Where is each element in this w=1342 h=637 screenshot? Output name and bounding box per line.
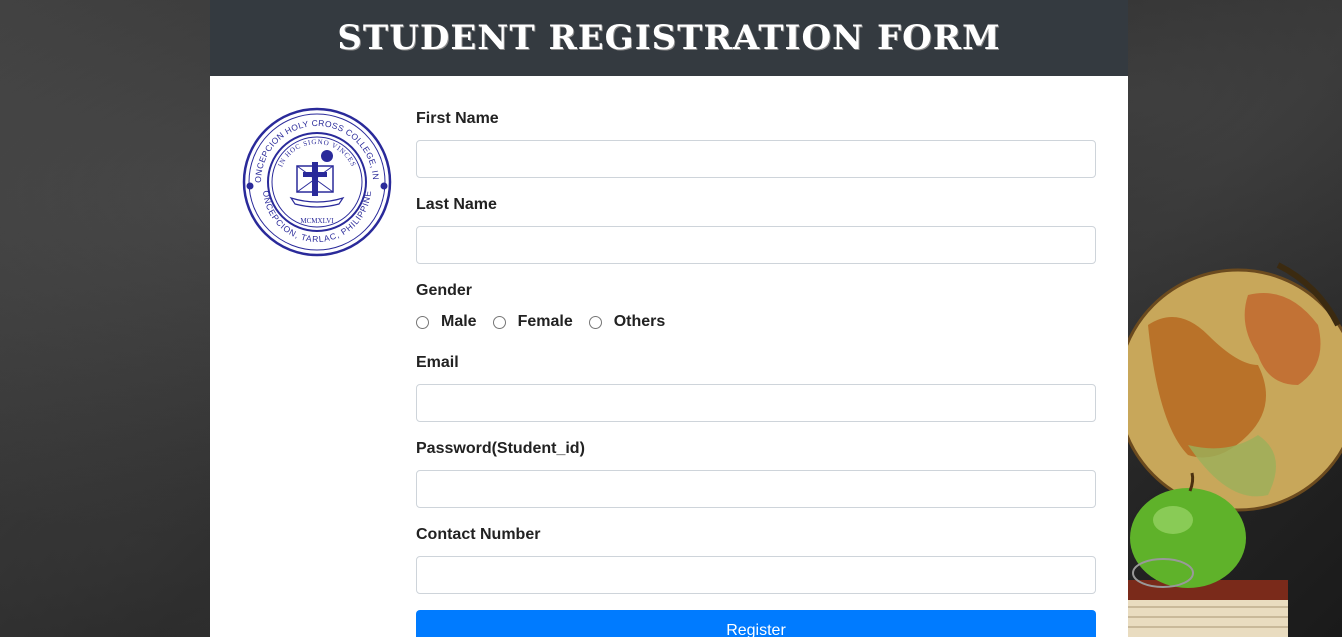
gender-male-option[interactable]: Male bbox=[416, 313, 477, 331]
password-group: Password(Student_id) bbox=[416, 438, 1096, 508]
registration-form: First Name Last Name Gender Male Female bbox=[416, 108, 1096, 637]
first-name-group: First Name bbox=[416, 108, 1096, 178]
first-name-input[interactable] bbox=[416, 140, 1096, 178]
svg-text:MCMXLVI: MCMXLVI bbox=[300, 217, 334, 225]
card-header: STUDENT REGISTRATION FORM bbox=[210, 0, 1128, 76]
gender-group: Gender Male Female Others bbox=[416, 280, 1096, 332]
gender-label: Gender bbox=[416, 282, 473, 299]
email-label: Email bbox=[416, 354, 459, 371]
gender-female-label: Female bbox=[517, 313, 573, 330]
decor-globe-apple bbox=[1128, 255, 1342, 637]
gender-male-label: Male bbox=[441, 313, 477, 330]
gender-female-option[interactable]: Female bbox=[492, 313, 573, 331]
contact-input[interactable] bbox=[416, 556, 1096, 594]
last-name-input[interactable] bbox=[416, 226, 1096, 264]
password-label: Password(Student_id) bbox=[416, 440, 585, 457]
registration-card: STUDENT REGISTRATION FORM CONCEPCION HOL… bbox=[210, 0, 1128, 637]
gender-others-radio[interactable] bbox=[588, 315, 602, 329]
college-seal-icon: CONCEPCION HOLY CROSS COLLEGE, INC. CONC… bbox=[238, 98, 393, 258]
gender-others-label: Others bbox=[613, 313, 666, 330]
contact-label: Contact Number bbox=[416, 526, 541, 543]
email-group: Email bbox=[416, 352, 1096, 422]
contact-group: Contact Number bbox=[416, 524, 1096, 594]
first-name-label: First Name bbox=[416, 110, 499, 127]
register-button[interactable]: Register bbox=[416, 610, 1096, 637]
page-title: STUDENT REGISTRATION FORM bbox=[337, 18, 1001, 58]
gender-options: Male Female Others bbox=[416, 312, 1096, 332]
last-name-group: Last Name bbox=[416, 194, 1096, 264]
books-icon bbox=[1128, 580, 1288, 637]
last-name-label: Last Name bbox=[416, 196, 497, 213]
gender-others-option[interactable]: Others bbox=[588, 313, 666, 331]
gender-female-radio[interactable] bbox=[492, 315, 506, 329]
gender-male-radio[interactable] bbox=[416, 315, 429, 329]
globe-icon bbox=[1128, 262, 1342, 512]
email-input[interactable] bbox=[416, 384, 1096, 422]
password-input[interactable] bbox=[416, 470, 1096, 508]
